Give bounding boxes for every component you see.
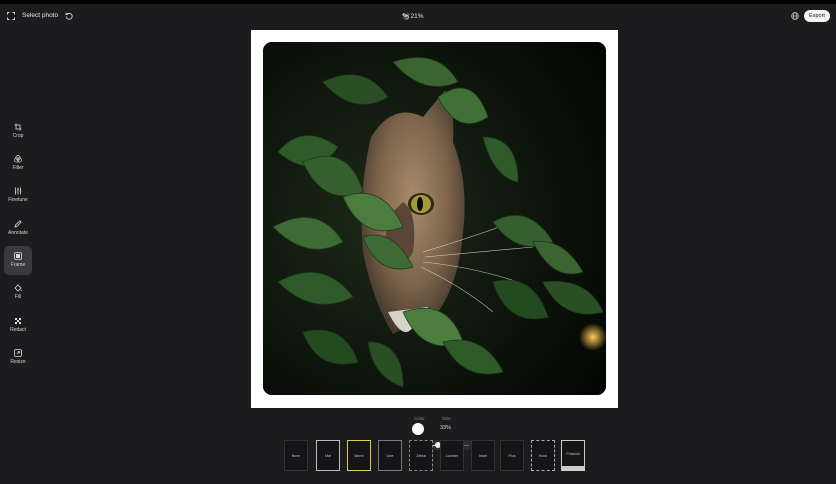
- size-value[interactable]: 33%: [440, 425, 451, 431]
- frame-style-none[interactable]: None: [284, 440, 308, 471]
- frame-style-label: Plus: [508, 453, 516, 458]
- annotate-icon: [14, 219, 22, 228]
- frame-style-label: Lumber: [445, 453, 459, 458]
- zoom-in-icon[interactable]: [398, 8, 414, 24]
- zoom-controls: 21%: [398, 8, 428, 24]
- sidebar-item-label: Redact: [10, 326, 26, 333]
- sidebar-item-label: Annotate: [7, 229, 29, 236]
- photo-editor-app: Select photo 21% Export Crop Filter Fine…: [0, 0, 836, 484]
- size-label: Size: [442, 416, 451, 421]
- frame-icon: [14, 252, 22, 260]
- sidebar-item-annotate[interactable]: Annotate: [4, 213, 32, 242]
- frame-style-label: Zebra: [416, 453, 426, 458]
- frame-style-plus[interactable]: Plus: [500, 440, 524, 471]
- frame-style-inset[interactable]: Inset: [471, 440, 495, 471]
- frame-style-label: Line: [386, 453, 394, 458]
- cat-photo[interactable]: [263, 42, 606, 395]
- sidebar-item-resize[interactable]: Resize: [4, 343, 32, 372]
- redact-icon: [15, 317, 21, 324]
- crop-icon: [14, 123, 22, 130]
- sidebar-item-label: Filter: [12, 164, 24, 171]
- sidebar-item-label: Crop: [12, 132, 24, 139]
- frame-style-line[interactable]: Line: [378, 440, 402, 471]
- sidebar-item-fill[interactable]: Fill: [4, 278, 32, 307]
- color-label: Color: [414, 416, 425, 421]
- sidebar-item-finetune[interactable]: Finetune: [4, 181, 32, 210]
- sidebar-item-label: Resize: [10, 359, 26, 366]
- sidebar-item-frame[interactable]: Frame: [4, 245, 32, 275]
- sidebar-item-label: Fill: [14, 294, 22, 301]
- frame-style-label: Mat: [325, 453, 331, 458]
- tool-sidebar: Crop Filter Finetune Annotate Frame Fill…: [4, 116, 32, 375]
- color-swatch[interactable]: [412, 423, 424, 435]
- frame-style-label: Hook: [538, 453, 548, 458]
- frame-style-label: None: [291, 453, 301, 458]
- sidebar-item-redact[interactable]: Redact: [4, 310, 32, 339]
- sidebar-item-crop[interactable]: Crop: [4, 116, 32, 145]
- photo-frame[interactable]: [251, 30, 618, 408]
- globe-icon[interactable]: [787, 8, 803, 24]
- sidebar-item-label: Frame: [10, 262, 26, 269]
- revert-icon[interactable]: [61, 8, 77, 24]
- filter-icon: [14, 155, 22, 163]
- export-button[interactable]: Export: [804, 10, 830, 22]
- frame-style-label: Bevel: [354, 453, 364, 458]
- frame-style-lumber[interactable]: Lumber: [440, 440, 464, 471]
- finetune-icon: [14, 187, 22, 195]
- frame-style-label: Polaroid: [566, 451, 580, 456]
- fullscreen-icon[interactable]: [3, 8, 19, 24]
- frame-style-zebra[interactable]: Zebra: [409, 440, 433, 471]
- sidebar-item-label: Finetune: [8, 197, 28, 204]
- cat-among-leaves-image: [263, 42, 606, 395]
- select-photo-button[interactable]: Select photo: [22, 10, 58, 22]
- frame-style-mat[interactable]: Mat: [316, 440, 340, 471]
- resize-icon: [14, 349, 22, 358]
- frame-style-polaroid[interactable]: Polaroid: [561, 440, 585, 471]
- frame-style-bevel[interactable]: Bevel: [347, 440, 371, 471]
- sidebar-item-filter[interactable]: Filter: [4, 148, 32, 177]
- fill-icon: [14, 284, 22, 293]
- frame-style-label: Inset: [479, 453, 487, 458]
- frame-style-hook[interactable]: Hook: [531, 440, 555, 471]
- frame-style-list: None Mat Bevel Line Zebra Lumber Inset Plus Hook…: [0, 440, 836, 472]
- top-bar: Select photo 21% Export: [0, 4, 836, 30]
